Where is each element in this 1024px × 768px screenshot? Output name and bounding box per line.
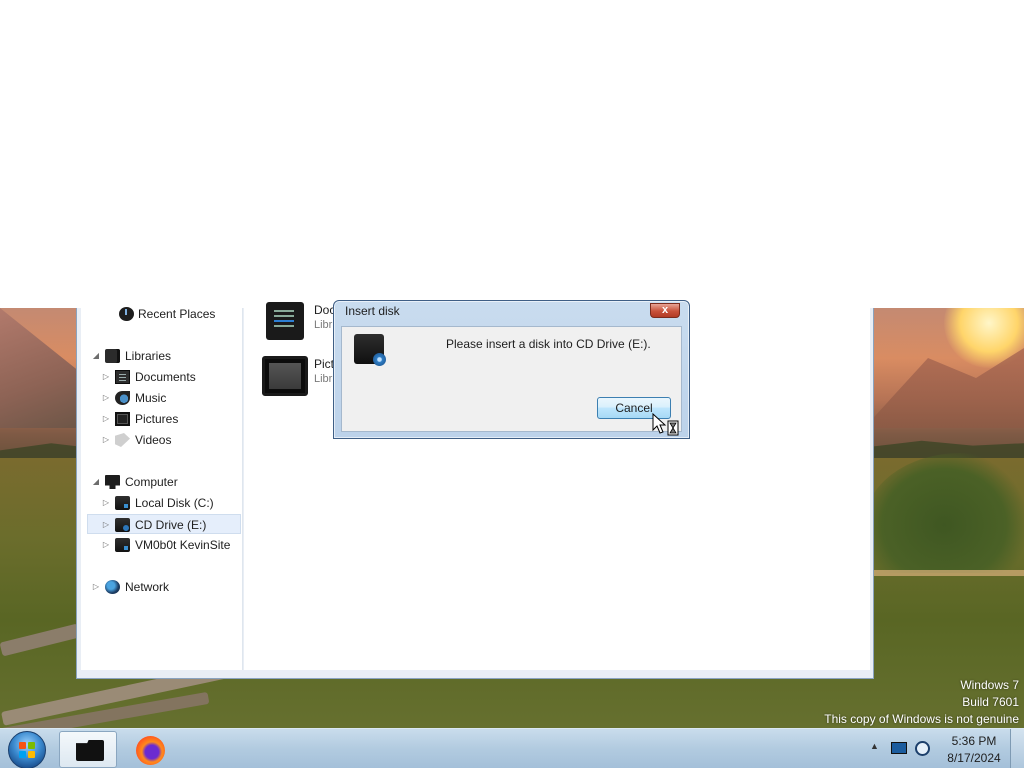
pictures-library-icon	[262, 356, 308, 396]
expand-arrow-icon[interactable]: ▷	[101, 430, 111, 450]
clock-date: 8/17/2024	[947, 751, 1001, 765]
nav-item-documents[interactable]: ▷ Documents	[101, 367, 241, 387]
folder-icon	[76, 740, 104, 761]
library-type: Libr	[314, 319, 333, 331]
firefox-icon	[136, 736, 165, 765]
recent-places-icon	[119, 307, 134, 321]
expand-arrow-icon[interactable]: ▷	[101, 367, 111, 387]
nav-item-label: Libraries	[125, 349, 172, 363]
library-name: Pict	[314, 357, 335, 371]
insert-disk-dialog: Insert disk x Please insert a disk into …	[333, 300, 690, 439]
taskbar-clock[interactable]: 5:36 PM 8/17/2024	[940, 733, 1008, 767]
network-drive-icon	[115, 538, 130, 552]
nav-item-label: Computer	[125, 475, 178, 489]
dialog-body: Please insert a disk into CD Drive (E:).…	[341, 326, 682, 432]
blank-region	[0, 0, 1024, 308]
cd-drive-icon	[115, 518, 130, 532]
libraries-icon	[105, 349, 120, 363]
expand-arrow-icon[interactable]: ▷	[101, 493, 111, 513]
nav-item-libraries[interactable]: ◢ Libraries	[91, 346, 241, 366]
nav-item-label: Pictures	[135, 412, 179, 426]
expand-arrow-icon[interactable]: ▷	[101, 388, 111, 408]
watermark-line: This copy of Windows is not genuine	[824, 712, 1019, 726]
display-tray-icon[interactable]	[891, 742, 907, 754]
nav-item-label: Local Disk (C:)	[135, 496, 214, 510]
nav-item-label: Videos	[135, 433, 172, 447]
hard-disk-icon	[115, 496, 130, 510]
dialog-title: Insert disk	[345, 304, 400, 318]
collapse-arrow-icon[interactable]: ◢	[91, 472, 101, 492]
fence-rail-graphic	[874, 570, 1024, 576]
nav-item-label: Network	[125, 580, 170, 594]
nav-item-network-drive[interactable]: ▷ VM0b0t KevinSite	[101, 535, 241, 555]
network-icon	[105, 580, 120, 594]
windows-logo-icon	[19, 742, 36, 758]
nav-item-label: Music	[135, 391, 167, 405]
documents-icon	[115, 370, 130, 384]
watermark-line: Windows 7	[960, 678, 1019, 692]
pictures-icon	[115, 412, 130, 426]
close-button[interactable]: x	[650, 303, 680, 318]
show-desktop-button[interactable]	[1010, 729, 1024, 768]
watermark-line: Build 7601	[962, 695, 1019, 709]
windows-watermark: Windows 7 Build 7601 This copy of Window…	[824, 677, 1019, 728]
expand-arrow-icon[interactable]: ▷	[101, 409, 111, 429]
computer-icon	[105, 475, 120, 489]
nav-item-computer[interactable]: ◢ Computer	[91, 472, 241, 492]
expand-arrow-icon[interactable]: ▷	[101, 535, 111, 555]
taskbar: ▲ 5:36 PM 8/17/2024	[0, 728, 1024, 768]
videos-icon	[115, 433, 130, 447]
nav-item-local-disk[interactable]: ▷ Local Disk (C:)	[101, 493, 241, 513]
expand-arrow-icon[interactable]: ▷	[101, 515, 111, 535]
nav-item-label: Recent Places	[138, 307, 216, 321]
dialog-message: Please insert a disk into CD Drive (E:).	[446, 337, 651, 351]
busy-cursor-icon	[652, 413, 679, 436]
start-button[interactable]	[8, 731, 46, 768]
nav-item-label: VM0b0t KevinSite	[135, 538, 231, 552]
navigation-pane: Recent Places ◢ Libraries ▷ Documents ▷ …	[81, 307, 243, 670]
nav-item-label: Documents	[135, 370, 196, 384]
library-type: Libr	[314, 373, 333, 385]
nav-item-music[interactable]: ▷ Music	[101, 388, 241, 408]
taskbar-explorer-button[interactable]	[59, 731, 117, 768]
collapse-arrow-icon[interactable]: ◢	[91, 346, 101, 366]
nav-item-videos[interactable]: ▷ Videos	[101, 430, 241, 450]
documents-library-icon	[266, 302, 304, 340]
show-hidden-icons-button[interactable]: ▲	[870, 741, 879, 751]
taskbar-firefox-button[interactable]	[122, 731, 180, 768]
nav-item-pictures[interactable]: ▷ Pictures	[101, 409, 241, 429]
nav-item-label: CD Drive (E:)	[135, 518, 207, 532]
clock-time: 5:36 PM	[951, 734, 997, 748]
nav-item-recent-places[interactable]: Recent Places	[101, 304, 241, 324]
network-tray-icon[interactable]	[915, 741, 930, 756]
cd-drive-icon	[354, 334, 386, 366]
expand-arrow-icon[interactable]: ▷	[91, 577, 101, 597]
nav-item-network[interactable]: ▷ Network	[91, 577, 241, 597]
nav-item-cd-drive[interactable]: ▷ CD Drive (E:)	[87, 514, 241, 534]
music-icon	[115, 391, 130, 405]
